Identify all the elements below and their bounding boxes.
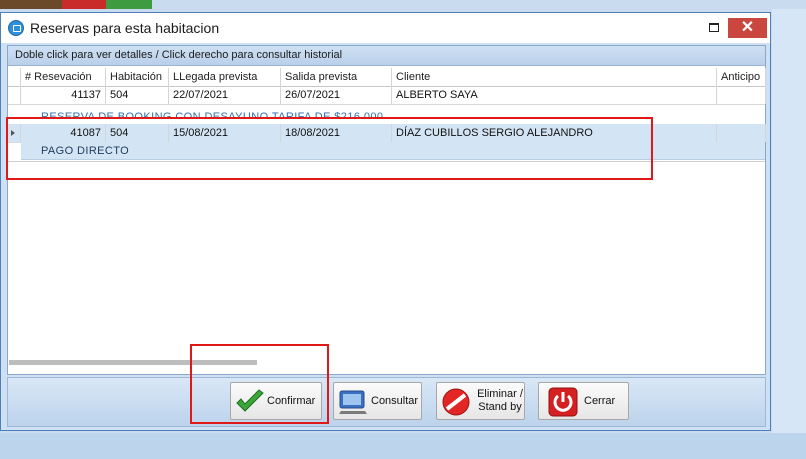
cell-client: ALBERTO SAYA [392, 86, 717, 104]
row-header-spacer [8, 68, 21, 86]
close-button[interactable]: Cerrar [538, 382, 629, 420]
consult-label: Consultar [371, 394, 419, 407]
table-row-selected[interactable]: 41087 504 15/08/2021 18/08/2021 DÍAZ CUB… [8, 124, 766, 143]
grid-hint: Doble click para ver detalles / Click de… [8, 46, 765, 66]
delete-standby-button[interactable]: Eliminar / Stand by [436, 382, 525, 420]
consult-button[interactable]: Consultar [333, 382, 422, 420]
column-header-departure[interactable]: Salida prevista [281, 68, 392, 86]
action-toolbar: Confirmar Consultar Eliminar /Stand by [7, 377, 766, 427]
maximize-icon[interactable] [704, 18, 722, 36]
row-note: PAGO DIRECTO [21, 142, 765, 160]
column-header-reservation[interactable]: # Resevación [21, 68, 106, 86]
app-icon [8, 20, 24, 36]
close-window-button[interactable]: ✕ [728, 18, 767, 38]
window-title: Reservas para esta habitacion [30, 20, 220, 36]
cell-arrival: 15/08/2021 [169, 124, 281, 142]
delete-label-line2: Stand by [478, 401, 522, 413]
power-icon [548, 387, 578, 417]
background-desktop [772, 9, 806, 459]
cell-room: 504 [106, 124, 169, 142]
grid-header: # Resevación Habitación LLegada prevista… [8, 68, 766, 87]
row-note: RESERVA DE BOOKING CON DESAYUNO TARIFA D… [41, 111, 384, 119]
column-header-arrival[interactable]: LLegada prevista [169, 68, 281, 86]
current-row-arrow-icon [11, 130, 15, 136]
table-row[interactable]: 41137 504 22/07/2021 26/07/2021 ALBERTO … [8, 86, 766, 105]
column-header-client[interactable]: Cliente [392, 68, 717, 86]
close-label: Cerrar [584, 394, 616, 407]
column-header-deposit[interactable]: Anticipo [717, 68, 766, 86]
cell-departure: 26/07/2021 [281, 86, 392, 104]
cell-room: 504 [106, 86, 169, 104]
confirm-button[interactable]: Confirmar [230, 382, 322, 420]
cell-deposit [717, 86, 766, 104]
confirm-label: Confirmar [267, 394, 316, 407]
cell-arrival: 22/07/2021 [169, 86, 281, 104]
delete-label-line1: Eliminar / [477, 388, 523, 400]
checkmark-icon [236, 389, 264, 412]
background-taskbar-strip [0, 0, 152, 9]
cell-reservation-id: 41137 [21, 86, 106, 104]
background-desktop-bottom [0, 433, 806, 459]
delete-label: Eliminar / Stand by [474, 383, 526, 419]
horizontal-scrollbar[interactable] [9, 360, 257, 365]
column-header-room[interactable]: Habitación [106, 68, 169, 86]
reservations-grid-panel: Doble click para ver detalles / Click de… [7, 45, 766, 375]
cell-client: DÍAZ CUBILLOS SERGIO ALEJANDRO [392, 124, 717, 142]
no-entry-icon [442, 388, 470, 416]
row-selector[interactable] [8, 86, 21, 104]
grid-divider [8, 161, 765, 162]
cell-reservation-id: 41087 [21, 124, 106, 142]
monitor-icon [339, 390, 367, 414]
reservations-dialog: Reservas para esta habitacion ✕ Doble cl… [0, 12, 771, 431]
row-selector[interactable] [8, 124, 21, 142]
cell-departure: 18/08/2021 [281, 124, 392, 142]
cell-deposit [717, 124, 766, 142]
title-bar[interactable]: Reservas para esta habitacion ✕ [1, 13, 770, 43]
